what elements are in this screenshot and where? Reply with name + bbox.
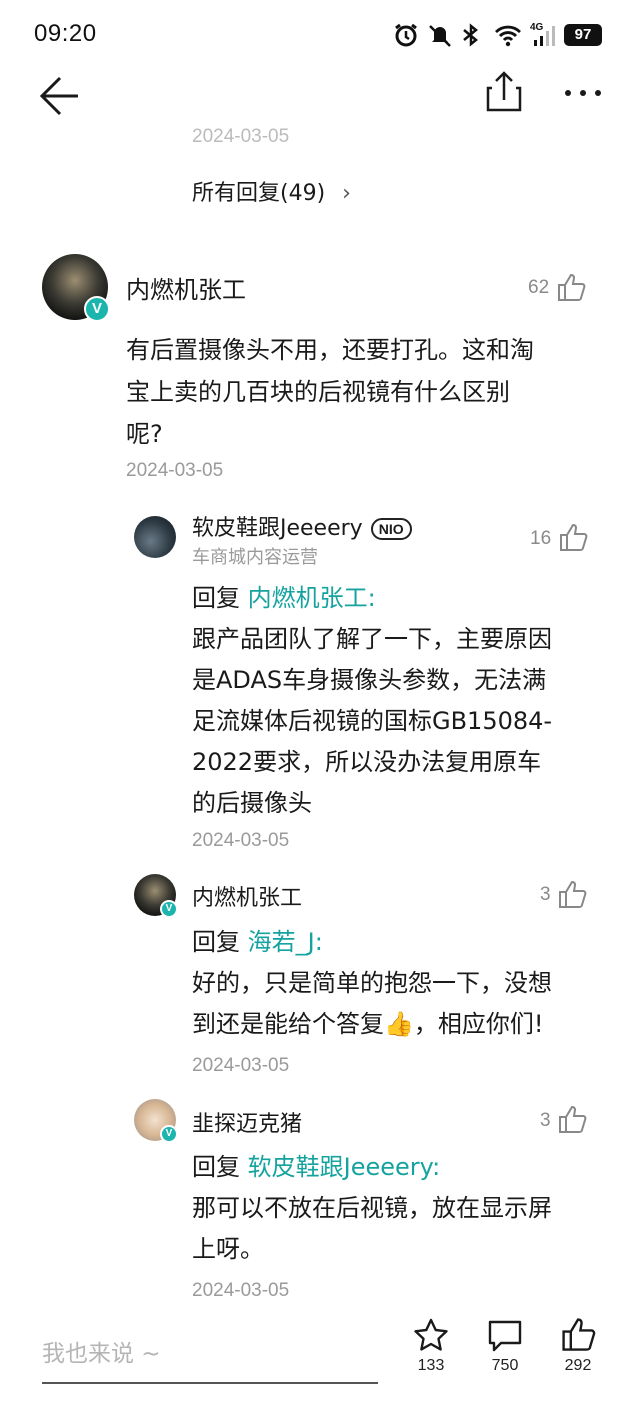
reply-mention[interactable]: 内燃机张工: <box>248 584 376 612</box>
reply-author-role: 车商城内容运营 <box>192 547 318 568</box>
comment-author[interactable]: 内燃机张工 <box>126 270 246 305</box>
reply-header: 回复 软皮鞋跟Jeeeery: <box>192 1147 602 1188</box>
avatar[interactable]: V <box>134 1099 178 1143</box>
reply-author[interactable]: 内燃机张工 <box>192 880 302 912</box>
partial-date: 2024-03-05 <box>192 126 290 147</box>
battery-indicator: 97 <box>564 24 602 46</box>
reply-text-line: 那可以不放在后视镜，放在显示屏 <box>192 1194 552 1222</box>
reply-date: 2024-03-05 <box>192 1055 290 1076</box>
more-icon[interactable] <box>562 86 604 100</box>
reply-text-line: 的后摄像头 <box>192 789 312 817</box>
reply-text-line: 足流媒体后视镜的国标GB15084- <box>192 707 553 735</box>
reply-like-count: 3 <box>540 1110 551 1131</box>
comment-date: 2024-03-05 <box>126 460 224 481</box>
reply-date: 2024-03-05 <box>192 1280 290 1301</box>
comment-like-count: 62 <box>528 277 550 298</box>
avatar[interactable]: V <box>134 874 178 918</box>
share-icon[interactable] <box>484 70 524 114</box>
reply-text-line: 上呀。 <box>192 1235 264 1263</box>
reply-mention[interactable]: 海若_J: <box>248 928 323 956</box>
reply-author-name: 软皮鞋跟Jeeeery <box>192 516 363 541</box>
reply-text: 回复 软皮鞋跟Jeeeery: 那可以不放在后视镜，放在显示屏 上呀。 <box>192 1147 602 1270</box>
reply-text-line: 到还是能给个答复👍，相应你们! <box>192 1010 544 1038</box>
mute-icon <box>429 25 451 47</box>
reply-text-line: 2022要求，所以没办法复用原车 <box>192 748 542 776</box>
thumbs-up-icon[interactable] <box>560 1316 596 1352</box>
avatar[interactable] <box>134 516 176 558</box>
comment-text: 有后置摄像头不用，还要打孔。这和淘 宝上卖的几百块的后视镜有什么区别 呢? <box>126 329 606 455</box>
all-replies-link[interactable]: 所有回复(49) › <box>192 175 351 207</box>
reply-header: 回复 内燃机张工: <box>192 578 602 619</box>
status-time: 09:20 <box>34 20 97 47</box>
reply-header: 回复 海若_J: <box>192 922 602 963</box>
reply-like-count: 3 <box>540 884 551 905</box>
star-count: 133 <box>417 1357 445 1374</box>
chevron-right-icon: › <box>342 181 351 206</box>
signal-icon <box>534 26 555 46</box>
verified-badge: V <box>160 1125 178 1143</box>
verified-badge: V <box>84 296 110 322</box>
reply-author[interactable]: 韭探迈克猪 <box>192 1106 302 1138</box>
reply-author[interactable]: 软皮鞋跟Jeeeery NIO <box>192 510 412 542</box>
arrow-left-icon[interactable] <box>38 74 82 118</box>
all-replies-label: 所有回复(49) <box>192 181 326 206</box>
reply-mention[interactable]: 软皮鞋跟Jeeeery: <box>248 1153 441 1181</box>
reply-like-count: 16 <box>530 528 552 549</box>
thumbs-up-icon[interactable] <box>558 522 588 552</box>
comment-text-line: 呢? <box>126 420 163 448</box>
avatar[interactable]: V <box>42 254 110 322</box>
thumbs-up-icon[interactable] <box>556 272 586 302</box>
comment-count: 750 <box>491 1357 519 1374</box>
reply-prefix: 回复 <box>192 584 240 612</box>
thumbs-up-icon[interactable] <box>557 879 587 909</box>
comment-text-line: 宝上卖的几百块的后视镜有什么区别 <box>126 378 510 406</box>
alarm-icon <box>395 23 417 47</box>
nio-badge: NIO <box>370 518 412 540</box>
like-count: 292 <box>564 1357 592 1374</box>
reply-text: 回复 内燃机张工: 跟产品团队了解了一下，主要原因 是ADAS车身摄像头参数，无… <box>192 578 602 824</box>
reply-prefix: 回复 <box>192 1153 240 1181</box>
bluetooth-icon <box>463 23 478 47</box>
comment-input[interactable] <box>42 1310 378 1384</box>
reply-text-line: 跟产品团队了解了一下，主要原因 <box>192 625 552 653</box>
comment-icon[interactable] <box>487 1319 523 1353</box>
reply-text: 回复 海若_J: 好的，只是简单的抱怨一下，没想 到还是能给个答复👍，相应你们! <box>192 922 602 1045</box>
comment-text-line: 有后置摄像头不用，还要打孔。这和淘 <box>126 336 534 364</box>
star-icon[interactable] <box>413 1318 449 1352</box>
reply-date: 2024-03-05 <box>192 830 290 851</box>
wifi-icon <box>495 25 521 47</box>
verified-badge: V <box>160 900 178 918</box>
reply-text-line: 好的，只是简单的抱怨一下，没想 <box>192 969 552 997</box>
reply-text-line: 是ADAS车身摄像头参数，无法满 <box>192 666 547 694</box>
thumbs-up-icon[interactable] <box>557 1104 587 1134</box>
reply-prefix: 回复 <box>192 928 240 956</box>
